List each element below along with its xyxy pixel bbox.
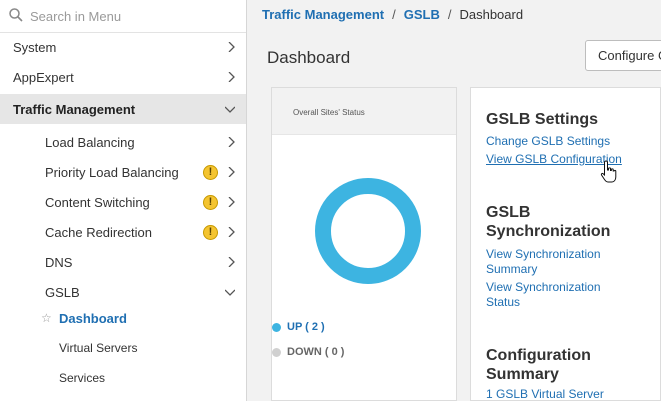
sidebar-item-system[interactable]: System — [0, 32, 246, 62]
down-dot-icon — [272, 347, 281, 357]
legend-up: UP ( 2 ) — [272, 321, 325, 333]
sidebar-item-label: Load Balancing — [45, 134, 135, 150]
donut-up-segment — [315, 178, 421, 284]
config-summary-title-line1: Configuration — [486, 347, 591, 364]
sidebar-item-dns[interactable]: DNS — [0, 247, 246, 277]
gslb-settings-card: GSLB Settings Change GSLB Settings View … — [470, 87, 661, 401]
sidebar-item-label: Dashboard — [59, 310, 127, 326]
search-bar — [0, 0, 246, 33]
gslb-virtual-server-link[interactable]: 1 GSLB Virtual Server — [486, 387, 604, 401]
gslb-dashboard-screen: System AppExpert Traffic Management Load… — [0, 0, 661, 401]
link-line: Status — [486, 295, 521, 309]
breadcrumb-separator: / — [447, 7, 452, 22]
configure-gslb-button[interactable]: Configure GSLB — [585, 40, 661, 71]
legend-down-label: DOWN ( 0 ) — [287, 346, 345, 358]
chevron-right-icon — [228, 227, 235, 237]
sidebar-item-label: GSLB — [45, 284, 80, 300]
gslb-settings-title: GSLB Settings — [486, 111, 599, 128]
hand-cursor-icon — [600, 160, 617, 183]
legend-down: DOWN ( 0 ) — [272, 346, 344, 358]
sidebar-item-label: DNS — [45, 254, 73, 270]
breadcrumb-separator: / — [392, 7, 396, 22]
gslb-sync-title-line1: GSLB — [486, 204, 531, 221]
status-card-title: Overall Sites' Status — [272, 88, 456, 135]
sidebar-item-label: System — [13, 39, 57, 55]
sidebar-item-appexpert[interactable]: AppExpert — [0, 62, 246, 92]
link-line: View Synchronization — [486, 247, 601, 261]
chevron-right-icon — [228, 197, 235, 207]
sidebar-item-label: AppExpert — [13, 69, 74, 85]
search-input[interactable] — [30, 7, 230, 25]
view-sync-summary-link[interactable]: View Synchronization Summary — [486, 247, 601, 277]
legend-up-label: UP ( 2 ) — [287, 321, 325, 333]
sidebar-item-label: Priority Load Balancing — [45, 164, 179, 180]
gslb-sync-title-line2: Synchronization — [486, 223, 611, 240]
search-icon — [9, 8, 23, 22]
config-summary-title-line2: Summary — [486, 366, 559, 383]
up-dot-icon — [272, 322, 281, 332]
sidebar-item-cache-redirection[interactable]: Cache Redirection ! — [0, 217, 246, 247]
chevron-right-icon — [228, 72, 235, 82]
breadcrumb: Traffic Management / GSLB / Dashboard — [262, 7, 523, 22]
warning-icon: ! — [203, 225, 218, 240]
sidebar-item-services[interactable]: Services — [0, 363, 246, 393]
sidebar-item-label: Content Switching — [45, 194, 150, 210]
link-line: View Synchronization — [486, 280, 601, 294]
sidebar-item-traffic-management[interactable]: Traffic Management — [0, 94, 246, 124]
sidebar-item-priority-load-balancing[interactable]: Priority Load Balancing ! — [0, 157, 246, 187]
status-donut-chart — [315, 178, 421, 284]
sites-status-card: Overall Sites' Status UP ( 2 ) DOWN ( 0 … — [271, 87, 457, 401]
sidebar-item-label: Virtual Servers — [59, 341, 138, 355]
sidebar-item-dashboard[interactable]: ☆ Dashboard — [0, 303, 246, 333]
chevron-right-icon — [228, 167, 235, 177]
breadcrumb-current: Dashboard — [459, 7, 524, 22]
breadcrumb-traffic-management[interactable]: Traffic Management — [262, 7, 384, 22]
page-title: Dashboard — [267, 48, 351, 67]
link-line: Summary — [486, 262, 538, 276]
breadcrumb-gslb[interactable]: GSLB — [404, 7, 440, 22]
warning-icon: ! — [203, 165, 218, 180]
chevron-right-icon — [228, 42, 235, 52]
sidebar-item-label: Traffic Management — [13, 101, 136, 117]
sidebar-item-load-balancing[interactable]: Load Balancing — [0, 127, 246, 157]
change-gslb-settings-link[interactable]: Change GSLB Settings — [486, 134, 610, 149]
sidebar-item-label: Cache Redirection — [45, 224, 152, 240]
warning-icon: ! — [203, 195, 218, 210]
sidebar-item-label: Services — [59, 371, 106, 385]
chevron-down-icon — [225, 106, 235, 113]
chevron-right-icon — [228, 257, 235, 267]
chevron-down-icon — [225, 289, 235, 296]
view-sync-status-link[interactable]: View Synchronization Status — [486, 280, 601, 310]
chevron-right-icon — [228, 137, 235, 147]
sidebar: System AppExpert Traffic Management Load… — [0, 0, 247, 401]
sidebar-item-content-switching[interactable]: Content Switching ! — [0, 187, 246, 217]
sidebar-item-virtual-servers[interactable]: Virtual Servers — [0, 333, 246, 363]
star-icon[interactable]: ☆ — [41, 312, 52, 324]
